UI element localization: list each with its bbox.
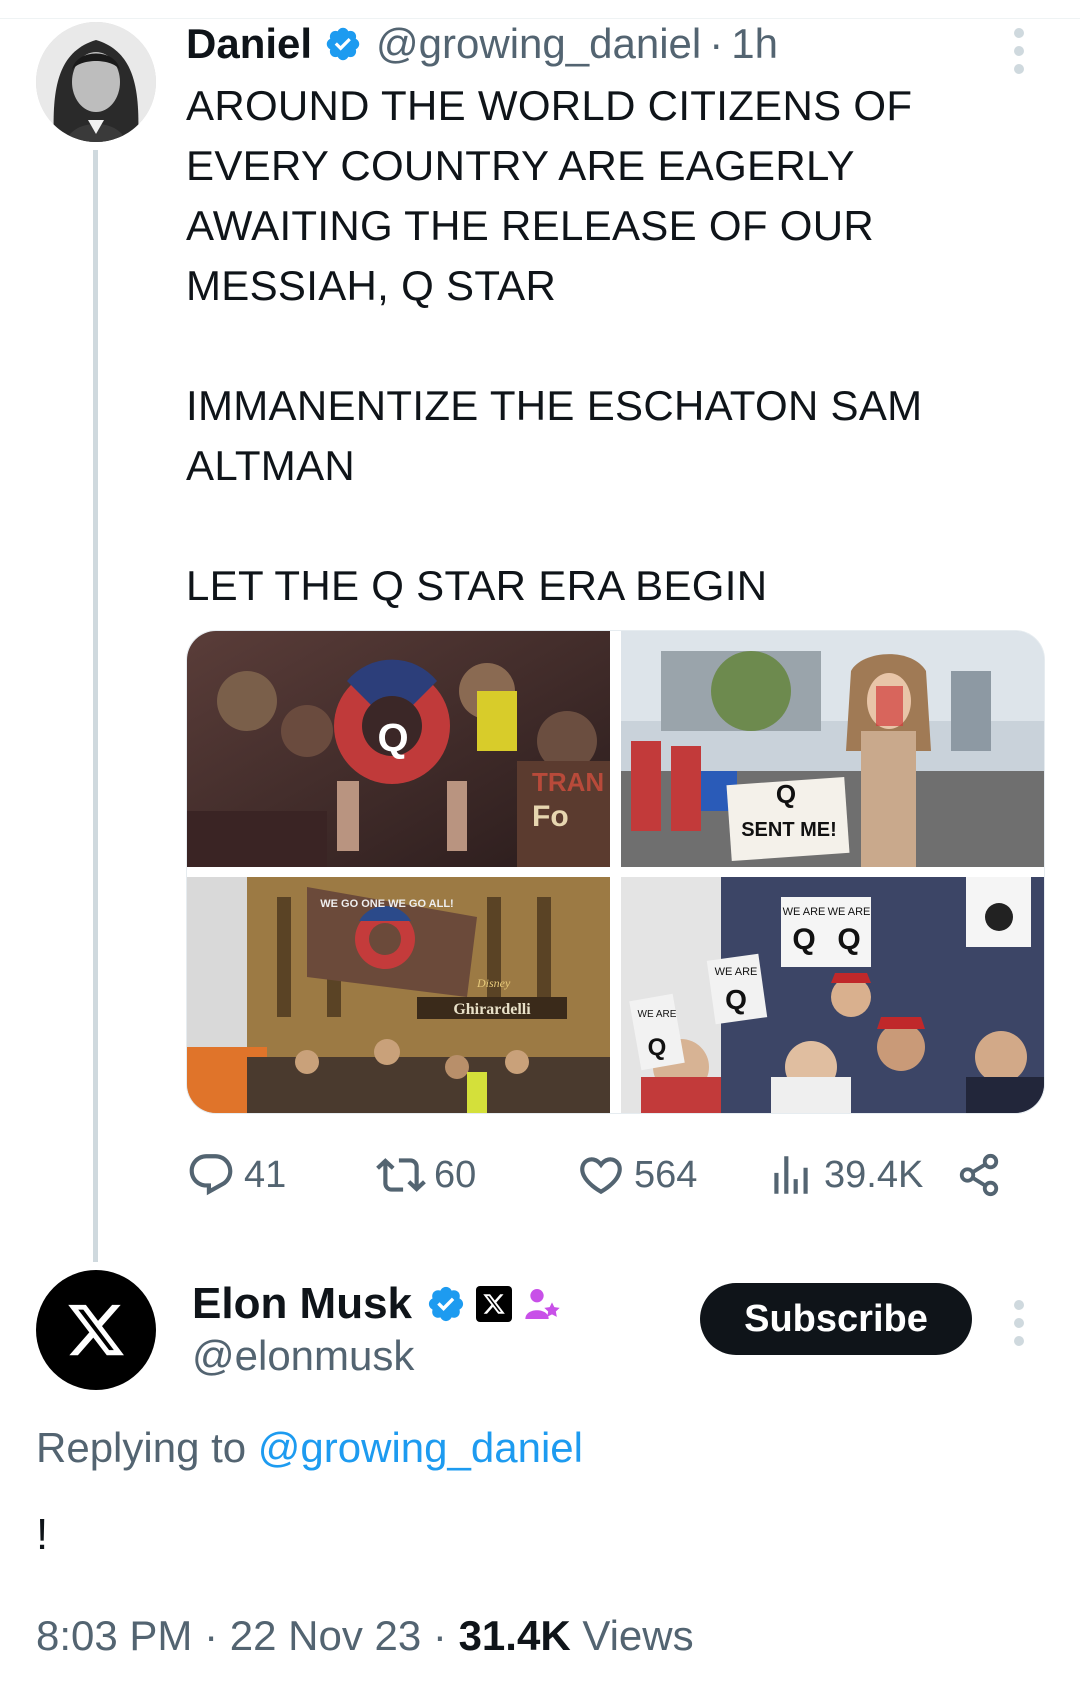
verified-badge-icon	[428, 1286, 464, 1322]
views-label: Views	[582, 1612, 694, 1659]
x-affiliation-icon[interactable]	[476, 1286, 513, 1322]
thread-connector-line	[93, 150, 98, 1262]
share-button[interactable]	[956, 1148, 1010, 1202]
media-image-2[interactable]: Q SENT ME!	[621, 631, 1044, 867]
sign-text: Q	[648, 1034, 667, 1061]
media-image-3[interactable]: WE GO ONE WE GO ALL! Disney Ghirardelli	[187, 877, 610, 1113]
media-image-4[interactable]: WE ARE Q WE ARE Q WE ARE Q WE ARE Q	[621, 877, 1044, 1113]
tweet2-text: !	[36, 1510, 49, 1559]
sign-text: Disney	[476, 976, 511, 990]
separator-dot: ·	[709, 20, 724, 67]
sign-text: SENT ME!	[741, 819, 837, 841]
like-count: 564	[634, 1153, 698, 1196]
sign-text: Q	[792, 923, 815, 956]
subscribe-button[interactable]: Subscribe	[700, 1283, 972, 1355]
media-grid: TRAN Fo Q Q SENT ME! WE GO ONE WE GO ALL…	[186, 630, 1045, 1114]
tweet1-header: Daniel @growing_daniel · 1h	[186, 18, 778, 70]
views-count: 39.4K	[824, 1153, 924, 1196]
author-handle[interactable]: @elonmusk	[192, 1332, 414, 1380]
tweet-date[interactable]: 22 Nov 23	[230, 1612, 421, 1659]
sign-text: WE ARE	[783, 906, 826, 918]
repost-count: 60	[434, 1153, 477, 1196]
flag-text: WE GO ONE WE GO ALL!	[320, 898, 453, 910]
affiliate-badge-icon	[525, 1289, 560, 1319]
share-icon	[959, 1153, 999, 1197]
sign-text: WE ARE	[638, 1009, 677, 1020]
sign-text: WE ARE	[715, 966, 758, 978]
sign-text: Q	[837, 923, 860, 956]
replying-handle-link[interactable]: @growing_daniel	[258, 1424, 583, 1471]
replying-prefix: Replying to	[36, 1424, 247, 1471]
views-count: 31.4K	[458, 1612, 571, 1659]
verified-badge-icon	[326, 27, 360, 61]
reply-count: 41	[244, 1153, 287, 1196]
tweet2-meta: 8:03 PM · 22 Nov 23 · 31.4K Views	[36, 1612, 694, 1660]
avatar-daniel[interactable]	[36, 22, 156, 142]
sign-text: Q	[725, 984, 747, 1015]
tweet1-text: AROUND THE WORLD CITIZENS OF EVERY COUNT…	[186, 76, 1016, 616]
reply-icon	[189, 1154, 233, 1196]
sign-text: Q	[776, 779, 796, 809]
tweet2-name-row: Elon Musk	[192, 1277, 562, 1331]
tweet1-action-bar: 41 60 564 39.4K	[186, 1148, 1016, 1202]
tweet-paragraph: LET THE Q STAR ERA BEGIN	[186, 562, 768, 609]
separator-dot: ·	[204, 1612, 219, 1659]
views-button[interactable]: 39.4K	[766, 1148, 923, 1202]
reply-button[interactable]: 41	[186, 1148, 286, 1202]
tweet-paragraph: IMMANENTIZE THE ESCHATON SAM ALTMAN	[186, 382, 923, 489]
tweet-time[interactable]: 8:03 PM	[36, 1612, 192, 1659]
tweet-paragraph: AROUND THE WORLD CITIZENS OF EVERY COUNT…	[186, 82, 913, 309]
views-icon	[774, 1156, 808, 1194]
like-icon	[580, 1157, 622, 1195]
more-options-icon[interactable]	[1013, 1300, 1025, 1346]
repost-button[interactable]: 60	[376, 1148, 476, 1202]
sign-text: WE ARE	[828, 906, 871, 918]
media-image-1[interactable]: TRAN Fo Q	[187, 631, 610, 867]
separator-dot: ·	[432, 1612, 447, 1659]
sign-text: TRAN	[532, 767, 604, 797]
repost-icon	[376, 1158, 426, 1192]
author-name[interactable]: Daniel	[186, 20, 312, 68]
replying-to: Replying to @growing_daniel	[36, 1424, 583, 1472]
avatar-elonmusk[interactable]	[36, 1270, 156, 1390]
more-options-icon[interactable]	[1013, 28, 1025, 74]
author-handle[interactable]: @growing_daniel	[376, 20, 701, 68]
q-flag-text: Q	[377, 716, 408, 760]
sign-text: Ghirardelli	[453, 1001, 531, 1018]
like-button[interactable]: 564	[576, 1148, 697, 1202]
author-name[interactable]: Elon Musk	[192, 1279, 412, 1329]
x-logo-icon	[68, 1304, 124, 1356]
sign-text: Fo	[532, 800, 569, 833]
tweet-time[interactable]: 1h	[731, 20, 778, 68]
